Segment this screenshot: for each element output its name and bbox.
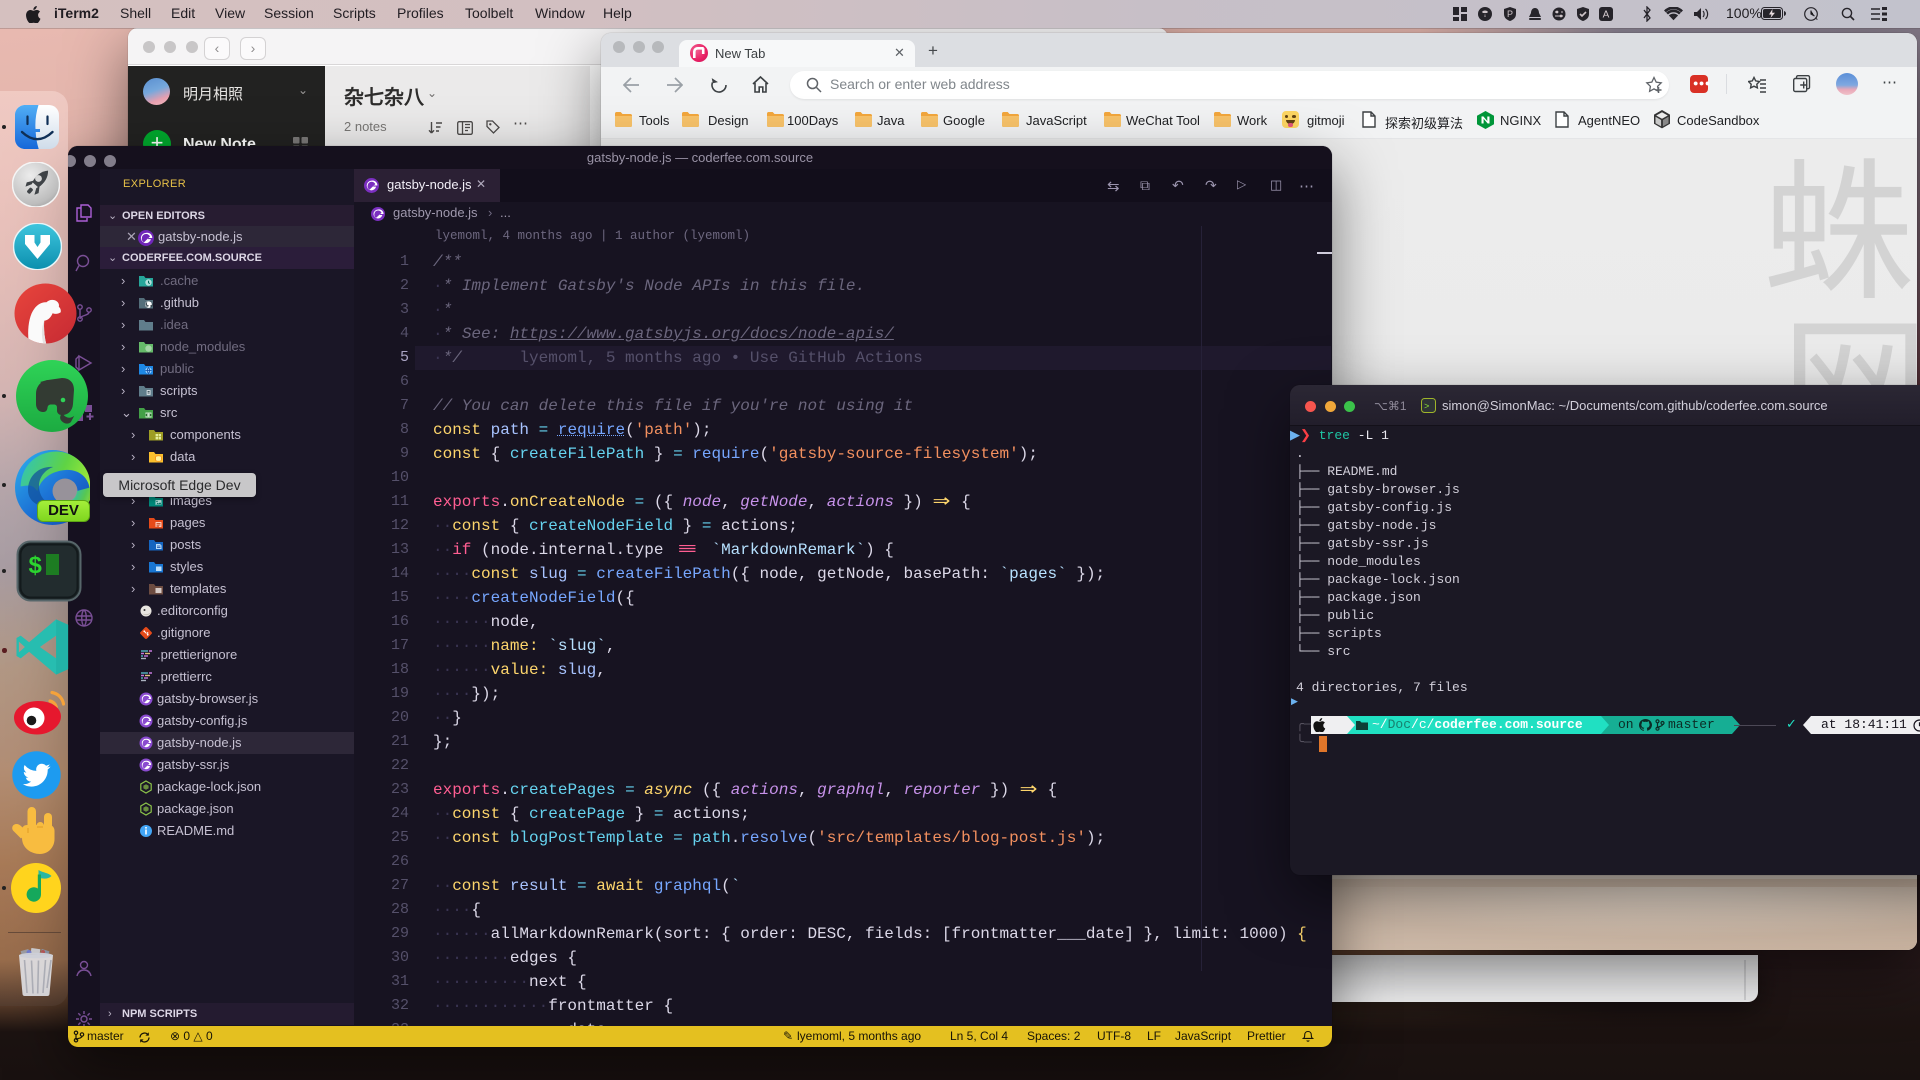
svg-text:P: P xyxy=(1507,9,1513,19)
svg-text:$: $ xyxy=(28,554,42,581)
svg-text:>: > xyxy=(1424,402,1429,412)
svg-text:A: A xyxy=(1603,10,1610,21)
